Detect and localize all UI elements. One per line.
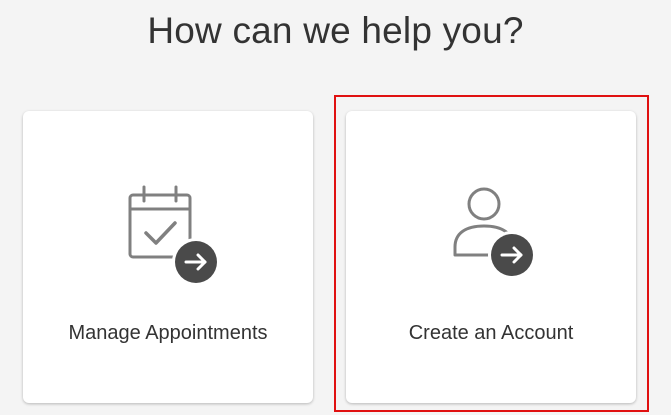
user-add-icon [453, 187, 536, 279]
create-account-card[interactable]: Create an Account [346, 111, 636, 403]
page-title: How can we help you? [147, 10, 524, 51]
manage-appointments-label: Manage Appointments [68, 322, 268, 344]
create-account-label: Create an Account [408, 322, 574, 344]
manage-appointments-card[interactable]: Manage Appointments [23, 111, 313, 403]
calendar-check-icon [128, 185, 220, 286]
arrow-right-badge-icon [488, 231, 536, 279]
help-page: How can we help you? Manage Appointments [0, 0, 671, 415]
arrow-right-badge-icon [172, 238, 220, 286]
